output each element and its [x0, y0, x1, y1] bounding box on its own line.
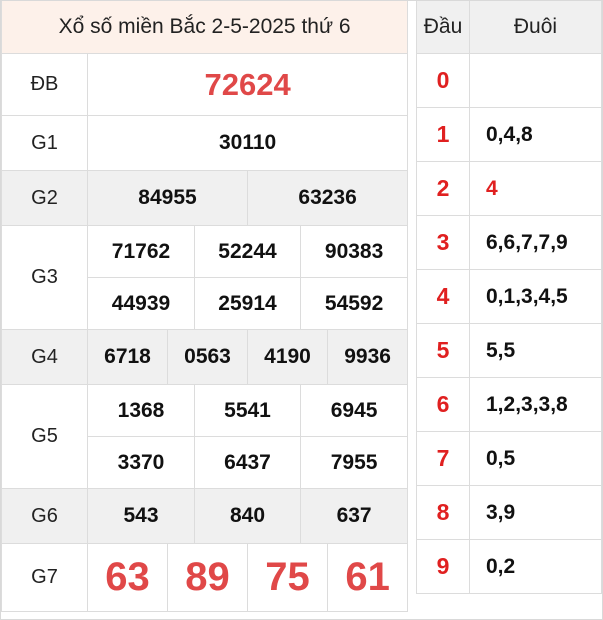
- g5-number: 7955: [299, 436, 409, 489]
- head-digit: 7: [416, 431, 470, 486]
- head-digit: 5: [416, 323, 470, 378]
- g3-number: 44939: [87, 277, 195, 330]
- g4-number: 0563: [167, 329, 248, 385]
- prize-label-g3: G3: [1, 225, 88, 330]
- prize-label-db: ĐB: [1, 53, 88, 116]
- g7-number: 75: [247, 543, 328, 612]
- g3-number: 54592: [299, 277, 409, 330]
- g6-number: 543: [87, 488, 195, 544]
- prize-label-g6: G6: [1, 488, 88, 544]
- head-digit: 6: [416, 377, 470, 432]
- head-digit: 9: [416, 539, 470, 594]
- g3-number: 52244: [194, 225, 301, 278]
- g2-number: 84955: [87, 170, 248, 226]
- head-digit: 1: [416, 107, 470, 162]
- g3-number: 90383: [299, 225, 409, 278]
- g7-number: 63: [87, 543, 168, 612]
- prize-label-g2: G2: [1, 170, 88, 226]
- g5-number: 5541: [194, 384, 301, 437]
- head-digit: 0: [416, 53, 470, 108]
- results-table: Xổ số miền Bắc 2-5-2025 thứ 6 ĐB 72624 G…: [0, 1, 409, 612]
- tail-digits: 0,2: [469, 539, 602, 594]
- head-column-header: Đầu: [416, 1, 470, 54]
- prize-label-g7: G7: [1, 543, 88, 612]
- head-digit: 2: [416, 161, 470, 216]
- tail-digits: 6,6,7,7,9: [469, 215, 602, 270]
- head-digit: 3: [416, 215, 470, 270]
- prize-label-g5: G5: [1, 384, 88, 489]
- g4-number: 9936: [326, 329, 409, 385]
- g2-number: 63236: [246, 170, 409, 226]
- g7-number: 61: [326, 543, 409, 612]
- g7-number: 89: [167, 543, 248, 612]
- g5-number: 1368: [87, 384, 195, 437]
- tail-digits: 5,5: [469, 323, 602, 378]
- g4-number: 6718: [87, 329, 168, 385]
- special-prize-number: 72624: [86, 53, 409, 116]
- g4-number: 4190: [247, 329, 328, 385]
- tail-digits: 0,1,3,4,5: [469, 269, 602, 324]
- head-digit: 8: [416, 485, 470, 540]
- prize-label-g4: G4: [1, 329, 88, 385]
- g3-number: 25914: [194, 277, 301, 330]
- prize-label-g1: G1: [1, 115, 88, 171]
- g5-number: 6945: [299, 384, 409, 437]
- head-digit: 4: [416, 269, 470, 324]
- tail-digits: 0,4,8: [469, 107, 602, 162]
- g1-number: 30110: [86, 115, 409, 171]
- tail-digits: 4: [469, 161, 602, 216]
- g6-number: 637: [299, 488, 409, 544]
- tail-digits: 1,2,3,3,8: [469, 377, 602, 432]
- tail-digits: 0,5: [469, 431, 602, 486]
- tail-digits: [469, 53, 602, 108]
- head-tail-table: Đầu Đuôi 0 1 0,4,8 24 3 6,6,7,7,9 4 0,1,3,4…: [416, 1, 602, 594]
- g6-number: 840: [194, 488, 301, 544]
- g3-number: 71762: [87, 225, 195, 278]
- g5-number: 6437: [194, 436, 301, 489]
- tail-column-header: Đuôi: [469, 1, 602, 54]
- g5-number: 3370: [87, 436, 195, 489]
- tail-digits: 3,9: [469, 485, 602, 540]
- page-title: Xổ số miền Bắc 2-5-2025 thứ 6: [0, 1, 409, 54]
